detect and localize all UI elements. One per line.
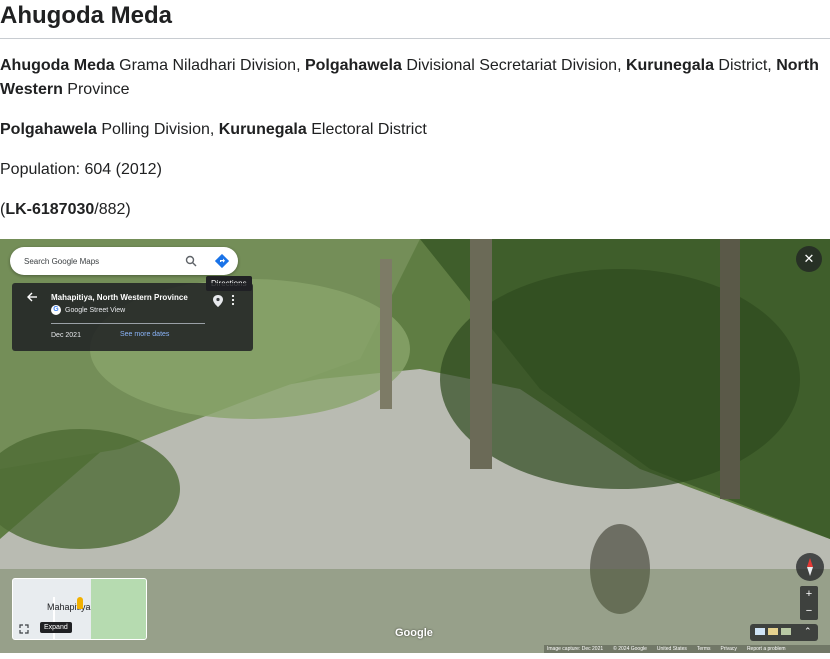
more-options-icon[interactable] xyxy=(231,294,235,306)
search-icon[interactable] xyxy=(185,255,197,267)
electoral-paragraph: Polgahawela Polling Division, Kurunegala… xyxy=(0,118,828,142)
card-divider xyxy=(51,323,205,324)
attribution-bar: Image capture: Dec 2021 © 2024 Google Un… xyxy=(544,645,830,653)
see-more-dates-link[interactable]: See more dates xyxy=(120,331,169,338)
minimap-green-area xyxy=(91,579,146,639)
layer-thumb-terrain-icon xyxy=(781,628,791,635)
privacy-link[interactable]: Privacy xyxy=(721,646,737,652)
district-suffix: District, xyxy=(713,57,777,74)
capture-date: Dec 2021 xyxy=(51,332,81,339)
minimap-label: Mahapitiya xyxy=(47,602,91,612)
zoom-out-button[interactable]: − xyxy=(800,603,818,620)
province-suffix: Province xyxy=(62,81,130,98)
code-rest: /882) xyxy=(94,201,131,218)
ds-division-name: Polgahawela xyxy=(304,57,402,74)
layer-thumb-satellite-icon xyxy=(768,628,778,635)
directions-icon[interactable] xyxy=(215,254,229,268)
image-capture-text: Image capture: Dec 2021 xyxy=(547,646,604,652)
title-divider xyxy=(0,38,830,39)
back-arrow-icon[interactable] xyxy=(26,291,38,303)
source-label: Google Street View xyxy=(65,306,126,314)
layers-button[interactable]: ⌃ xyxy=(750,624,818,641)
google-logo: Google xyxy=(395,627,433,639)
ds-division-suffix: Divisional Secretariat Division, xyxy=(401,57,626,74)
copyright-text: © 2024 Google xyxy=(613,646,647,652)
gn-division-name: Ahugoda Meda xyxy=(0,57,115,74)
code-id: LK-6187030 xyxy=(5,201,95,218)
district-name: Kurunegala xyxy=(625,57,714,74)
place-name: Mahapitiya, North Western Province xyxy=(51,293,188,302)
compass-icon[interactable] xyxy=(796,553,824,581)
close-icon[interactable]: ✕ xyxy=(796,246,822,272)
zoom-controls: + − xyxy=(800,586,818,620)
layer-thumb-map-icon xyxy=(755,628,765,635)
electoral-district-name: Kurunegala xyxy=(218,121,307,138)
pegman-icon[interactable] xyxy=(77,597,83,609)
search-placeholder: Search Google Maps xyxy=(24,257,100,266)
page-title: Ahugoda Meda xyxy=(0,2,172,29)
street-view-source: G Google Street View xyxy=(51,305,125,315)
location-pin-icon[interactable] xyxy=(213,295,223,307)
expand-button[interactable]: Expand xyxy=(40,622,72,633)
gn-division-suffix: Grama Niladhari Division, xyxy=(114,57,305,74)
electoral-district-suffix: Electoral District xyxy=(306,121,427,138)
maps-search-box[interactable]: Search Google Maps xyxy=(10,247,238,275)
compass-needle-icon xyxy=(807,558,813,576)
polling-division-suffix: Polling Division, xyxy=(96,121,219,138)
street-view-embed[interactable]: Search Google Maps Directions Mahapitiya… xyxy=(0,239,830,653)
region-link[interactable]: United States xyxy=(657,646,687,652)
mini-map[interactable]: Mahapitiya Expand xyxy=(12,578,147,640)
admin-divisions-paragraph: Ahugoda Meda Grama Niladhari Division, P… xyxy=(0,54,828,102)
polling-division-name: Polgahawela xyxy=(0,121,97,138)
google-g-icon: G xyxy=(51,305,61,315)
zoom-in-button[interactable]: + xyxy=(800,586,818,603)
street-view-info-card: Mahapitiya, North Western Province G Goo… xyxy=(12,283,253,351)
terms-link[interactable]: Terms xyxy=(697,646,711,652)
chevron-up-icon: ⌃ xyxy=(804,626,812,636)
expand-icon[interactable] xyxy=(19,624,29,634)
report-problem-link[interactable]: Report a problem xyxy=(747,646,786,652)
division-code: (LK-6187030/882) xyxy=(0,198,828,222)
population-text: Population: 604 (2012) xyxy=(0,161,162,178)
